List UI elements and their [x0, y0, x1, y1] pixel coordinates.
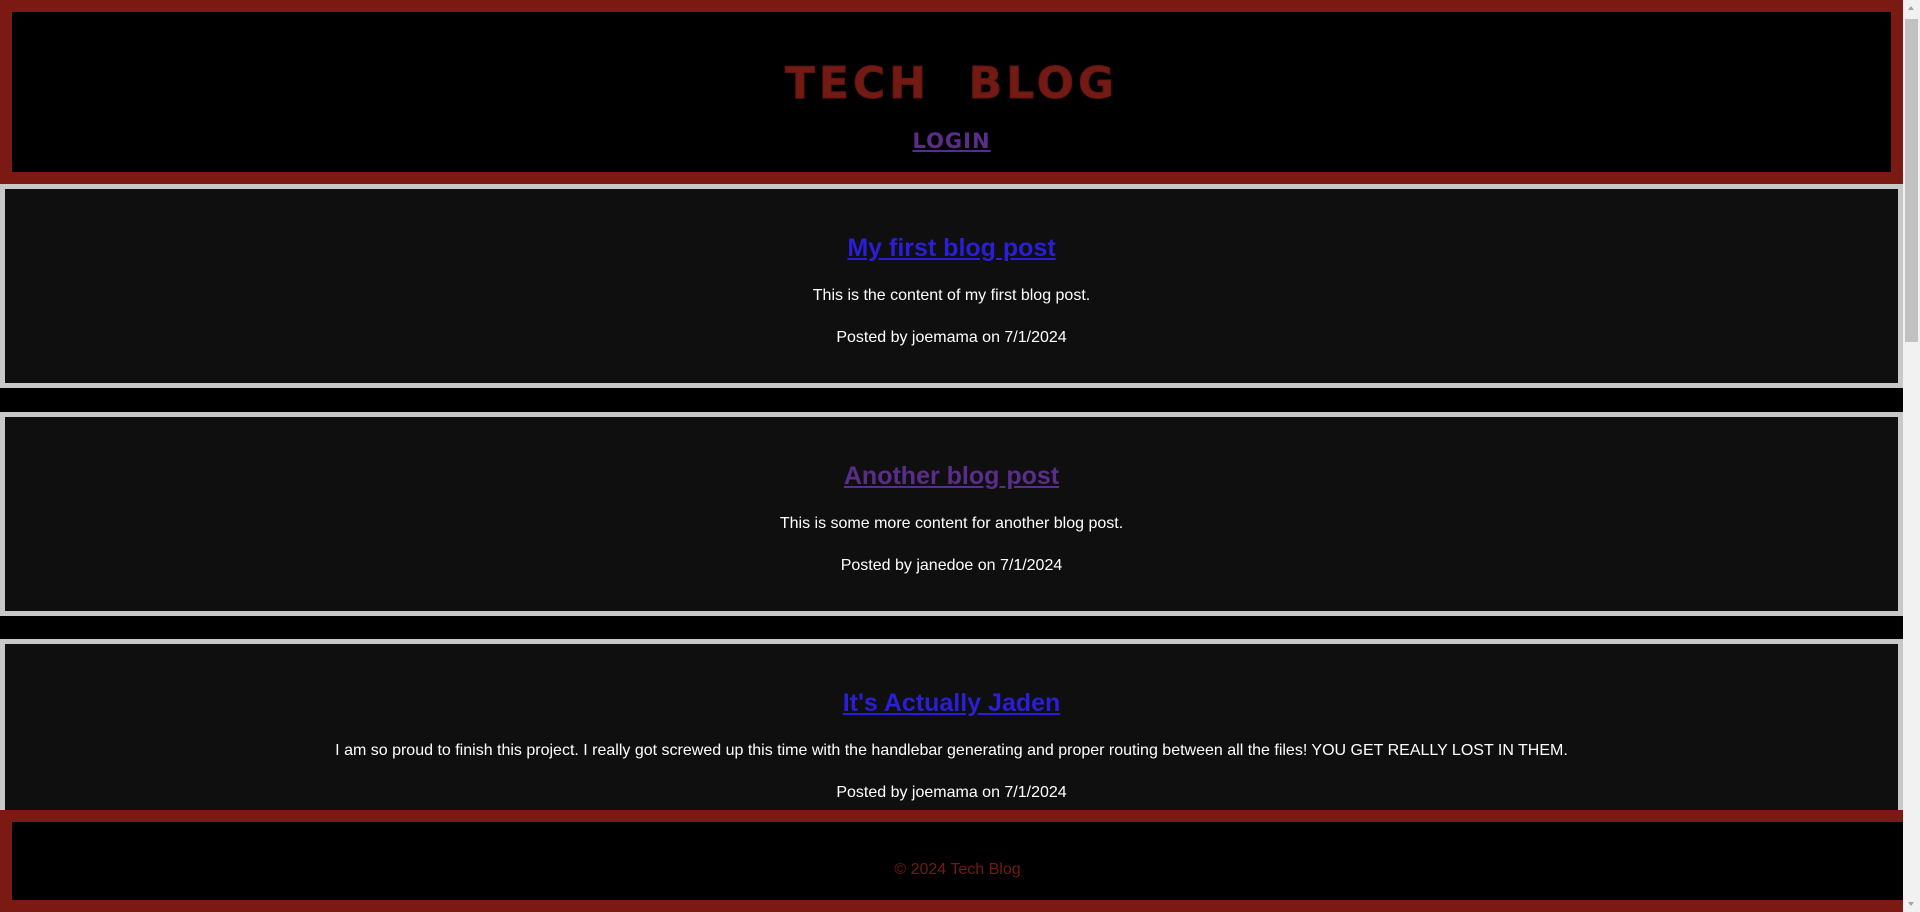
chevron-up-icon: [1908, 6, 1914, 10]
post-content: I am so proud to finish this project. I …: [335, 742, 1568, 759]
post-title-link[interactable]: Another blog post: [844, 462, 1059, 490]
vertical-scrollbar[interactable]: [1903, 0, 1920, 912]
post-title-link[interactable]: My first blog post: [847, 234, 1055, 262]
site-header: TECH BLOG LOGIN: [0, 0, 1903, 184]
post-meta: Posted by joemama on 7/1/2024: [836, 329, 1067, 346]
chevron-down-icon: [1908, 902, 1914, 906]
footer-copyright: © 2024 Tech Blog: [894, 861, 1021, 878]
post-title: It's Actually Jaden: [5, 689, 1898, 718]
scroll-up-arrow[interactable]: [1903, 0, 1920, 17]
post-content: This is the content of my first blog pos…: [812, 287, 1091, 304]
post-card: Another blog post This is some more cont…: [0, 412, 1903, 616]
page-content: TECH BLOG LOGIN My first blog post This …: [0, 0, 1903, 912]
post-meta: Posted by janedoe on 7/1/2024: [840, 557, 1063, 574]
site-footer: © 2024 Tech Blog: [0, 810, 1903, 912]
post-title-link[interactable]: It's Actually Jaden: [843, 689, 1061, 717]
page: TECH BLOG LOGIN My first blog post This …: [0, 0, 1920, 912]
site-title: TECH BLOG: [784, 58, 1119, 110]
post-meta: Posted by joemama on 7/1/2024: [836, 784, 1067, 801]
post-title: Another blog post: [5, 462, 1898, 491]
post-content: This is some more content for another bl…: [779, 515, 1124, 532]
nav-bar: LOGIN: [12, 129, 1891, 153]
scroll-down-arrow[interactable]: [1903, 895, 1920, 912]
post-title: My first blog post: [5, 234, 1898, 263]
post-card: My first blog post This is the content o…: [0, 184, 1903, 388]
scrollbar-thumb[interactable]: [1905, 19, 1918, 342]
login-link[interactable]: LOGIN: [912, 129, 990, 153]
